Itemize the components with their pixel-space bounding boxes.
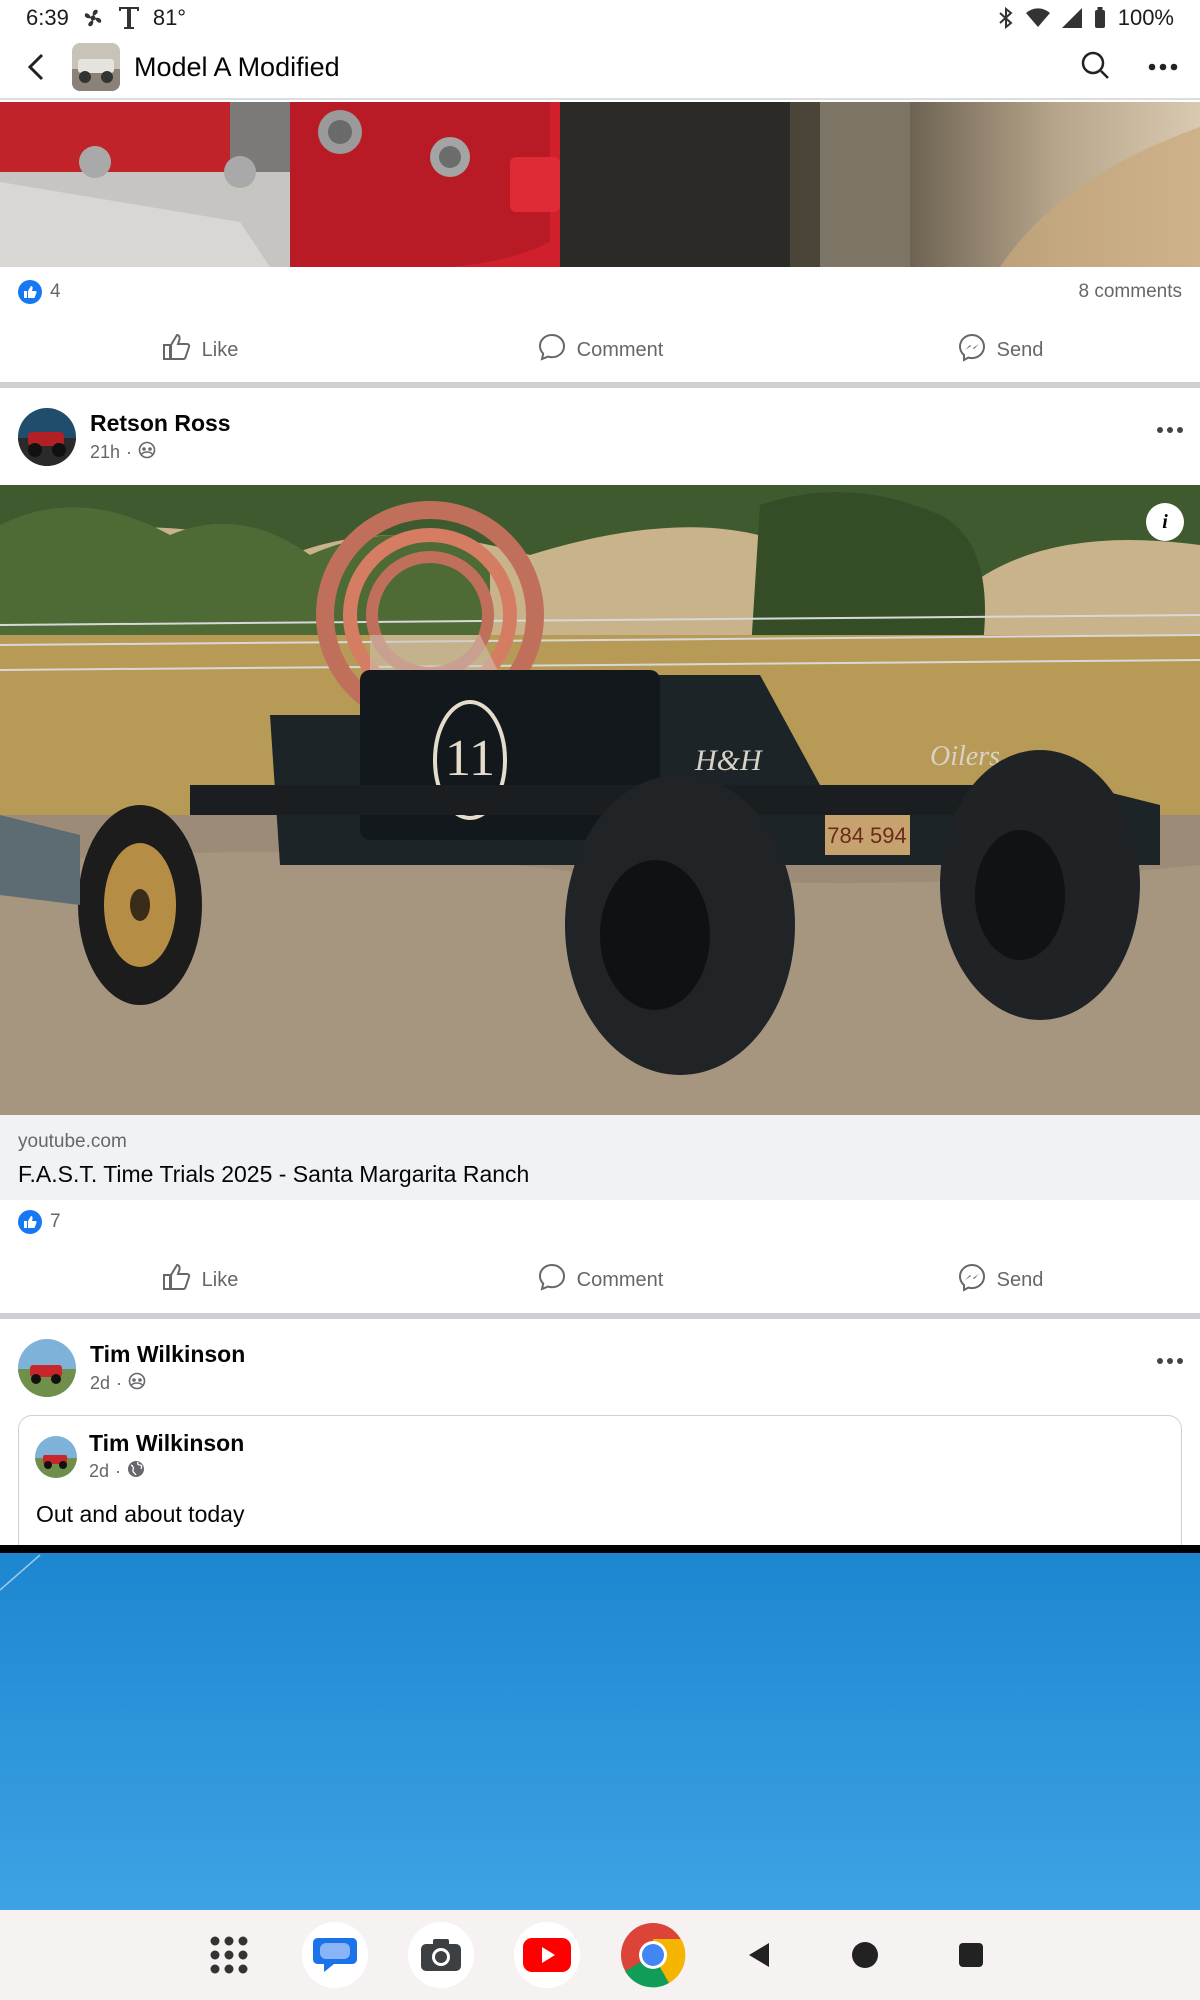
avatar[interactable] (18, 1339, 76, 1397)
post-time[interactable]: 21h (90, 442, 120, 463)
link-preview[interactable]: youtube.com F.A.S.T. Time Trials 2025 - … (0, 1115, 1200, 1200)
post-header: Retson Ross 21h · (0, 388, 1200, 488)
group-icon (128, 1372, 146, 1395)
comment-icon (537, 1262, 567, 1298)
shared-author[interactable]: Tim Wilkinson (89, 1430, 244, 1457)
status-temperature: 81° (152, 5, 187, 30)
shared-post-text: Out and about today (36, 1501, 245, 1527)
messenger-icon (957, 1262, 987, 1298)
home-nav-icon[interactable] (832, 1922, 898, 1988)
comment-button[interactable]: Comment (400, 1262, 800, 1298)
post-author[interactable]: Retson Ross (90, 410, 231, 437)
svg-text:784 594: 784 594 (827, 823, 907, 848)
chrome-icon[interactable] (620, 1922, 686, 1988)
carrier-icon (117, 5, 141, 31)
svg-text:11: 11 (445, 730, 495, 787)
like-label: Like (201, 338, 239, 361)
bluetooth-icon (998, 7, 1014, 29)
shared-time[interactable]: 2d (89, 1461, 109, 1482)
post-actions: Like Comment Send (0, 1250, 1200, 1310)
avatar[interactable] (35, 1436, 77, 1478)
battery-icon (1094, 7, 1106, 29)
send-button[interactable]: Send (800, 1262, 1200, 1298)
like-button[interactable]: Like (0, 333, 400, 367)
meta-separator: · (126, 442, 133, 462)
system-nav-bar (0, 1910, 1200, 2000)
like-badge-icon (18, 1210, 42, 1234)
comments-count[interactable]: 8 comments (1079, 281, 1182, 303)
search-icon[interactable] (1080, 50, 1110, 85)
link-title: F.A.S.T. Time Trials 2025 - Santa Margar… (18, 1161, 530, 1187)
svg-text:H&H: H&H (694, 744, 764, 777)
group-header: Model A Modified (0, 36, 1200, 100)
app-drawer-icon[interactable] (196, 1922, 262, 1988)
post-image-engine[interactable] (0, 102, 1200, 267)
comment-label: Comment (576, 1268, 664, 1291)
wifi-icon (1025, 8, 1050, 28)
thumbs-up-icon (162, 1263, 192, 1297)
reaction-summary[interactable]: 7 (0, 1200, 1200, 1244)
comment-icon (537, 332, 567, 368)
more-icon[interactable] (1148, 58, 1178, 76)
post-options-icon[interactable] (1156, 1341, 1184, 1372)
like-badge-icon (18, 280, 42, 304)
globe-icon (127, 1460, 145, 1483)
meta-separator: · (115, 1461, 122, 1481)
signal-icon (1061, 8, 1082, 28)
group-icon (138, 441, 156, 464)
like-label: Like (201, 1268, 239, 1291)
fan-icon (81, 6, 105, 30)
comment-button[interactable]: Comment (400, 332, 800, 368)
back-arrow-icon[interactable] (0, 35, 72, 99)
send-label: Send (996, 338, 1044, 361)
camera-icon[interactable] (408, 1922, 474, 1988)
status-time: 6:39 (26, 5, 69, 30)
post-options-icon[interactable] (1156, 410, 1184, 441)
comment-label: Comment (576, 338, 664, 361)
svg-text:Oilers: Oilers (930, 741, 1000, 772)
like-button[interactable]: Like (0, 1263, 400, 1297)
post-actions: Like Comment Send (0, 320, 1200, 380)
send-label: Send (996, 1268, 1044, 1291)
post-author[interactable]: Tim Wilkinson (90, 1341, 245, 1368)
messenger-icon (957, 332, 987, 368)
status-bar: 6:39 81° 100% (0, 0, 1200, 36)
shared-post[interactable]: Tim Wilkinson 2d · Out and about today (18, 1415, 1182, 1545)
post-header: Tim Wilkinson 2d · (0, 1319, 1200, 1419)
battery-level: 100% (1117, 5, 1174, 30)
thumbs-up-icon (162, 333, 192, 367)
back-nav-icon[interactable] (726, 1922, 792, 1988)
messages-icon[interactable] (302, 1922, 368, 1988)
youtube-icon[interactable] (514, 1922, 580, 1988)
reaction-summary[interactable]: 4 8 comments (0, 270, 1200, 314)
post-time[interactable]: 2d (90, 1373, 110, 1394)
link-domain: youtube.com (18, 1131, 127, 1152)
avatar[interactable] (18, 408, 76, 466)
post-image-sky[interactable] (0, 1545, 1200, 1910)
post-image-car[interactable]: 11 H&H Oilers 784 594 i (0, 485, 1200, 1115)
group-thumbnail[interactable] (72, 43, 120, 91)
meta-separator: · (116, 1373, 123, 1393)
group-title[interactable]: Model A Modified (134, 52, 340, 83)
recents-nav-icon[interactable] (938, 1922, 1004, 1988)
like-count: 7 (50, 1211, 61, 1232)
ad-info-icon[interactable]: i (1146, 503, 1184, 541)
like-count: 4 (50, 281, 61, 302)
send-button[interactable]: Send (800, 332, 1200, 368)
